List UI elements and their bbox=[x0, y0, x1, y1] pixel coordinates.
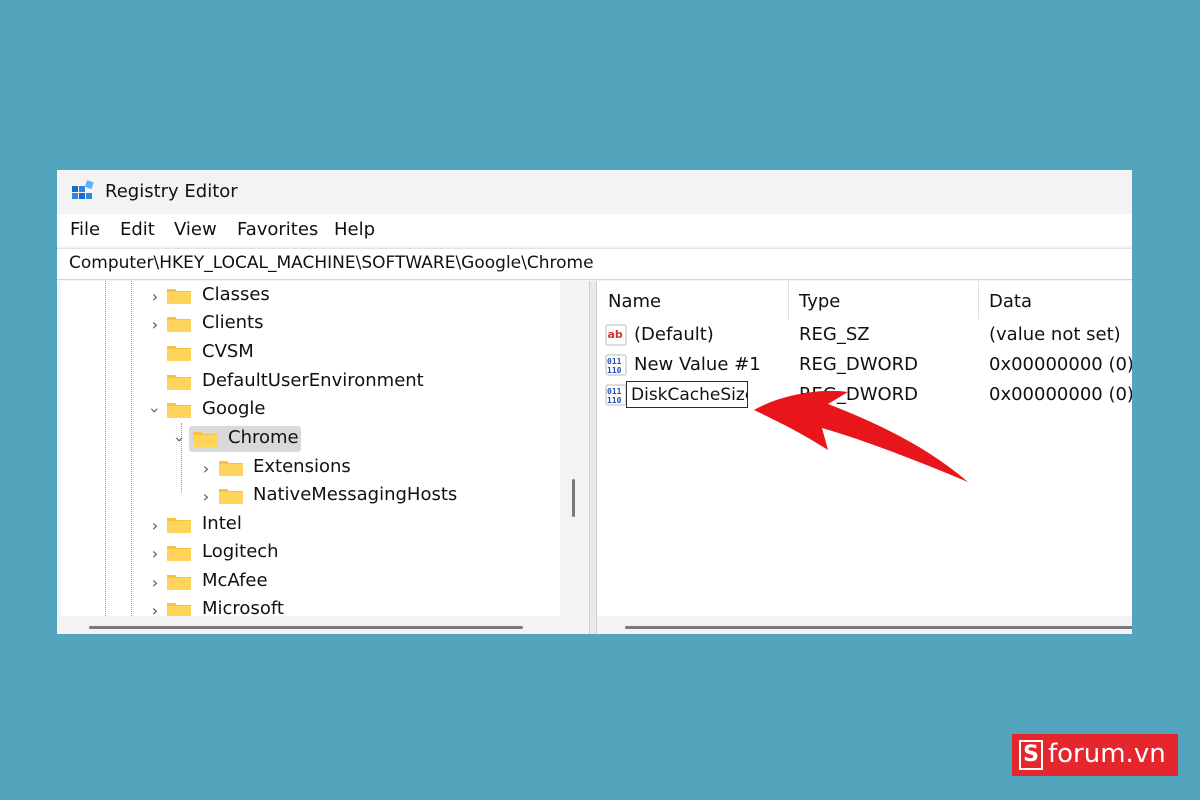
tree-node-label: DefaultUserEnvironment bbox=[202, 370, 424, 391]
menu-file[interactable]: File bbox=[70, 219, 100, 240]
tree-node-label: NativeMessagingHosts bbox=[253, 484, 458, 505]
sforum-logo: S forum.vn bbox=[1012, 734, 1178, 776]
binary-value-icon: 011 110 bbox=[605, 354, 627, 376]
tree-node-label: Logitech bbox=[202, 541, 279, 562]
menu-favorites[interactable]: Favorites bbox=[237, 219, 318, 240]
tree-node-label: McAfee bbox=[202, 570, 268, 591]
folder-icon bbox=[167, 518, 191, 533]
chevron-right-icon[interactable]: › bbox=[148, 601, 162, 616]
svg-text:110: 110 bbox=[607, 366, 622, 375]
chevron-right-icon[interactable]: › bbox=[199, 487, 213, 506]
logo-mark-icon: S bbox=[1019, 740, 1043, 770]
column-header-type[interactable]: Type bbox=[799, 291, 840, 312]
folder-icon bbox=[167, 603, 191, 616]
chevron-right-icon[interactable]: › bbox=[148, 573, 162, 592]
menu-edit[interactable]: Edit bbox=[120, 219, 155, 240]
chevron-down-icon[interactable]: › bbox=[171, 433, 190, 447]
folder-icon bbox=[167, 575, 191, 590]
pane-splitter[interactable] bbox=[589, 281, 597, 634]
binary-value-icon: 011 110 bbox=[605, 384, 627, 406]
tree-node-label: Microsoft bbox=[202, 598, 284, 616]
value-type: REG_SZ bbox=[799, 324, 870, 345]
chevron-right-icon[interactable]: › bbox=[148, 287, 162, 306]
chevron-right-icon[interactable]: › bbox=[148, 544, 162, 563]
string-value-icon: ab bbox=[605, 324, 627, 346]
folder-icon bbox=[167, 546, 191, 561]
folder-icon bbox=[219, 489, 243, 504]
menu-view[interactable]: View bbox=[174, 219, 217, 240]
tree-horizontal-scrollbar[interactable] bbox=[61, 616, 585, 634]
folder-icon bbox=[167, 289, 191, 304]
tree-node-label: Google bbox=[202, 398, 266, 419]
value-name: New Value #1 bbox=[634, 354, 761, 375]
rename-value-input[interactable] bbox=[626, 381, 748, 408]
svg-text:ab: ab bbox=[608, 328, 623, 341]
tree-vertical-scrollbar[interactable] bbox=[563, 281, 585, 616]
address-path[interactable]: Computer\HKEY_LOCAL_MACHINE\SOFTWARE\Goo… bbox=[69, 253, 594, 273]
svg-text:011: 011 bbox=[607, 357, 622, 366]
window-title: Registry Editor bbox=[105, 181, 238, 202]
folder-icon bbox=[167, 403, 191, 418]
tree-node-chrome[interactable]: › Chrome bbox=[61, 426, 560, 452]
value-data: (value not set) bbox=[989, 324, 1121, 345]
logo-text: forum.vn bbox=[1048, 739, 1166, 769]
chevron-right-icon[interactable]: › bbox=[148, 516, 162, 535]
value-row[interactable]: 011 110 New Value #1 REG_DWORD 0x0000000… bbox=[597, 351, 1132, 381]
scrollbar-thumb[interactable] bbox=[625, 626, 1132, 629]
chevron-right-icon[interactable]: › bbox=[148, 315, 162, 334]
chevron-right-icon[interactable]: › bbox=[199, 459, 213, 478]
menu-bar: File Edit View Favorites Help bbox=[57, 214, 1132, 246]
scrollbar-thumb[interactable] bbox=[572, 479, 575, 517]
tree-node-label: Extensions bbox=[253, 456, 351, 477]
tree-node-label: Classes bbox=[202, 284, 270, 305]
column-header-data[interactable]: Data bbox=[989, 291, 1032, 312]
registry-editor-icon bbox=[72, 180, 94, 199]
value-row[interactable]: ab (Default) REG_SZ (value not set) bbox=[597, 321, 1132, 351]
key-tree-pane[interactable]: › Classes › Clients CVSM DefaultUserEnvi… bbox=[61, 281, 560, 616]
address-bar[interactable]: Computer\HKEY_LOCAL_MACHINE\SOFTWARE\Goo… bbox=[57, 248, 1132, 280]
value-type: REG_DWORD bbox=[799, 354, 919, 375]
folder-icon bbox=[193, 432, 217, 447]
column-separator[interactable] bbox=[788, 281, 789, 319]
title-bar[interactable]: Registry Editor bbox=[57, 170, 1132, 212]
tree-node-label: CVSM bbox=[202, 341, 254, 362]
red-arrow-icon bbox=[754, 390, 968, 482]
chevron-down-icon[interactable]: › bbox=[146, 404, 165, 418]
folder-icon bbox=[167, 346, 191, 361]
tree-node-label: Intel bbox=[202, 513, 242, 534]
values-horizontal-scrollbar[interactable] bbox=[597, 616, 1132, 634]
value-name: (Default) bbox=[634, 324, 714, 345]
tree-node-label: Chrome bbox=[228, 427, 299, 448]
value-data: 0x00000000 (0) bbox=[989, 354, 1132, 375]
menu-help[interactable]: Help bbox=[334, 219, 375, 240]
scrollbar-thumb[interactable] bbox=[89, 626, 523, 629]
folder-icon bbox=[167, 375, 191, 390]
value-data: 0x00000000 (0) bbox=[989, 384, 1132, 405]
tree-node-label: Clients bbox=[202, 312, 264, 333]
folder-icon bbox=[219, 461, 243, 476]
svg-text:110: 110 bbox=[607, 396, 622, 405]
folder-icon bbox=[167, 317, 191, 332]
column-separator[interactable] bbox=[978, 281, 979, 319]
svg-text:011: 011 bbox=[607, 387, 622, 396]
column-header-name[interactable]: Name bbox=[608, 291, 661, 312]
